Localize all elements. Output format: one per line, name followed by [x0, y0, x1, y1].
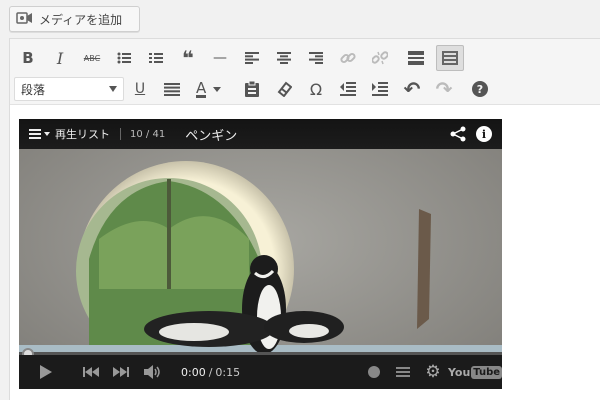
align-left-button[interactable]	[239, 45, 265, 71]
info-icon[interactable]: i	[476, 126, 492, 142]
link-icon	[340, 52, 356, 64]
align-center-icon	[277, 52, 291, 64]
playlist-icon[interactable]	[29, 129, 41, 139]
toolbar-toggle-button[interactable]	[436, 45, 464, 71]
editor: B I ABC ❝ — 段落 U A Ω ↶ ↷ ? 再生リスト 10 / 41…	[9, 38, 600, 400]
text-color-button[interactable]: A	[191, 76, 235, 102]
play-button[interactable]	[33, 355, 59, 389]
editor-toolbar: B I ABC ❝ — 段落 U A Ω ↶ ↷ ?	[10, 39, 600, 105]
clipboard-icon	[245, 81, 259, 97]
indent-button[interactable]	[367, 76, 393, 102]
paste-as-text-button[interactable]	[239, 76, 265, 102]
help-icon: ?	[472, 81, 488, 97]
volume-button[interactable]	[141, 355, 165, 389]
eraser-icon	[277, 81, 292, 97]
previous-button[interactable]	[79, 355, 103, 389]
outdent-icon	[340, 82, 356, 96]
watch-later-button[interactable]	[392, 355, 414, 389]
italic-icon: I	[56, 48, 64, 68]
blockquote-icon: ❝	[182, 46, 194, 70]
media-icon	[16, 12, 32, 24]
align-center-button[interactable]	[271, 45, 297, 71]
underline-icon: U	[134, 81, 146, 97]
kitchen-sink-icon	[442, 51, 458, 65]
player-title-bar: 再生リスト 10 / 41 ペンギン i	[19, 119, 502, 149]
next-button[interactable]	[109, 355, 133, 389]
player-controls: 0:00 / 0:15 ⚙ You Tube	[19, 355, 502, 389]
format-select[interactable]: 段落	[14, 77, 124, 101]
add-media-button[interactable]: メディアを追加	[9, 6, 140, 32]
video-title[interactable]: ペンギン	[185, 125, 237, 144]
unlink-icon	[372, 51, 388, 65]
justify-icon	[164, 82, 180, 96]
play-icon	[40, 365, 52, 379]
youtube-logo[interactable]: You Tube	[448, 355, 502, 389]
total-time: 0:15	[215, 365, 241, 379]
underline-button[interactable]: U	[127, 76, 153, 102]
bulleted-list-icon	[117, 52, 131, 64]
numbered-list-icon	[149, 53, 163, 63]
captions-button[interactable]	[364, 355, 384, 389]
playlist-position: 10 / 41	[130, 128, 166, 140]
indent-icon	[372, 82, 388, 96]
undo-icon: ↶	[403, 77, 421, 101]
remove-link-button[interactable]	[367, 45, 393, 71]
horizontal-line-icon: —	[213, 50, 227, 66]
omega-icon: Ω	[309, 79, 323, 99]
bold-button[interactable]: B	[15, 45, 41, 71]
horizontal-line-button[interactable]: —	[207, 45, 233, 71]
clear-formatting-button[interactable]	[271, 76, 297, 102]
add-media-label: メディアを追加	[39, 12, 123, 27]
blockquote-button[interactable]: ❝	[175, 45, 201, 71]
captions-icon	[368, 366, 380, 378]
align-right-button[interactable]	[303, 45, 329, 71]
strikethrough-button[interactable]: ABC	[79, 45, 105, 71]
align-left-icon	[245, 52, 259, 64]
title-divider	[120, 128, 121, 140]
time-separator: /	[208, 365, 213, 379]
time-display: 0:00 / 0:15	[181, 355, 251, 389]
gear-icon: ⚙	[425, 362, 441, 382]
format-select-value: 段落	[21, 82, 46, 97]
text-color-icon: A	[196, 78, 207, 98]
align-right-icon	[309, 52, 323, 64]
italic-button[interactable]: I	[47, 45, 73, 71]
youtube-wordmark: You	[447, 365, 471, 379]
watch-later-icon	[396, 367, 410, 377]
share-icon[interactable]	[450, 126, 466, 145]
undo-button[interactable]: ↶	[399, 76, 425, 102]
read-more-button[interactable]	[403, 45, 429, 71]
youtube-tube-badge: Tube	[471, 365, 502, 379]
strikethrough-icon: ABC	[83, 53, 101, 63]
redo-icon: ↷	[435, 77, 453, 101]
video-frame	[19, 119, 502, 389]
embedded-video-player[interactable]: 再生リスト 10 / 41 ペンギン i 0:00 / 0:15 ⚙ You T…	[19, 119, 502, 389]
volume-icon	[144, 365, 160, 379]
read-more-icon	[408, 51, 424, 65]
chevron-down-icon	[109, 86, 117, 92]
toolbar-row-2: 段落 U A Ω ↶ ↷ ?	[10, 76, 600, 102]
insert-link-button[interactable]	[335, 45, 361, 71]
skip-next-icon	[113, 367, 129, 377]
current-time: 0:00	[181, 365, 206, 379]
settings-button[interactable]: ⚙	[421, 355, 445, 389]
help-button[interactable]: ?	[467, 76, 493, 102]
skip-previous-icon	[83, 367, 99, 377]
playlist-label[interactable]: 再生リスト	[55, 126, 110, 142]
bulleted-list-button[interactable]	[111, 45, 137, 71]
special-character-button[interactable]: Ω	[303, 76, 329, 102]
numbered-list-button[interactable]	[143, 45, 169, 71]
playlist-caret-icon	[44, 132, 50, 136]
outdent-button[interactable]	[335, 76, 361, 102]
redo-button[interactable]: ↷	[431, 76, 457, 102]
bold-icon: B	[22, 49, 34, 67]
caret-down-icon	[213, 86, 222, 92]
toolbar-row-1: B I ABC ❝ —	[10, 45, 600, 71]
justify-button[interactable]	[159, 76, 185, 102]
